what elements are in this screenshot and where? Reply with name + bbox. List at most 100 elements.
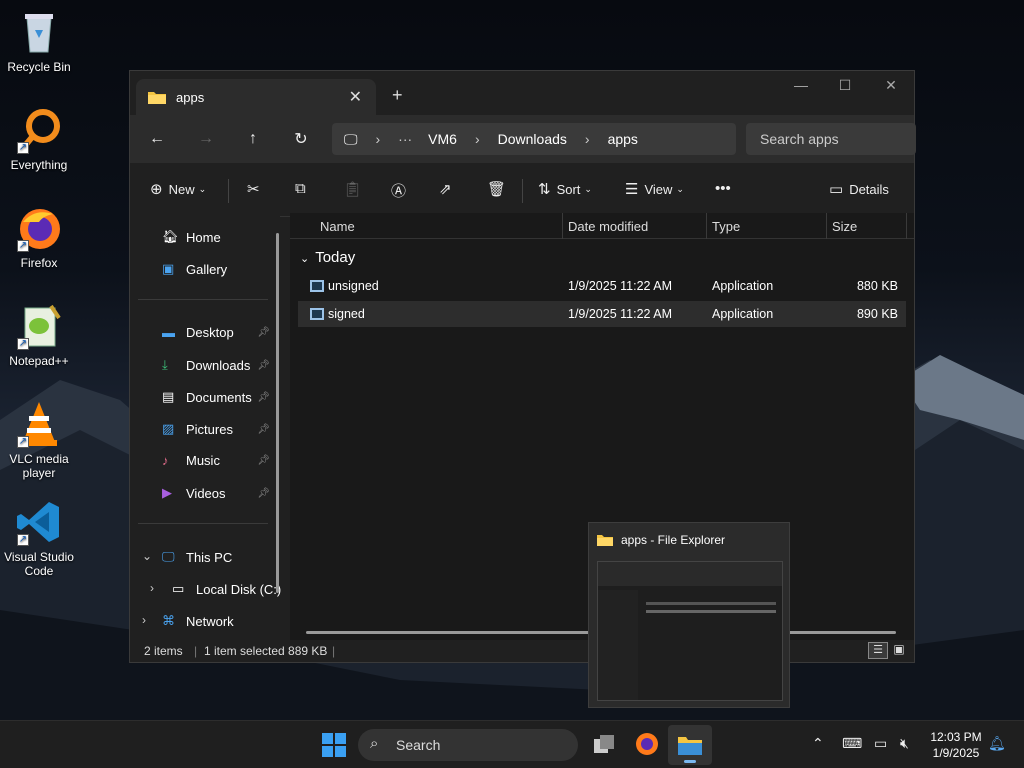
chevron-right-icon[interactable]: › bbox=[150, 581, 154, 595]
desktop-icon-firefox[interactable]: ↗ Firefox bbox=[0, 204, 78, 270]
nav-documents[interactable]: ▤ Documents 📌︎ bbox=[162, 389, 270, 405]
file-explorer-taskbar-button[interactable] bbox=[668, 725, 712, 765]
nav-desktop[interactable]: ▬ Desktop 📌︎ bbox=[162, 325, 270, 340]
nav-scrollbar[interactable] bbox=[276, 233, 279, 593]
back-button[interactable]: ← bbox=[145, 127, 169, 151]
drive-icon: ▭ bbox=[172, 581, 185, 596]
file-row[interactable]: signed 1/9/2025 11:22 AM Application 890… bbox=[298, 301, 906, 327]
nav-downloads[interactable]: ⤓ Downloads 📌︎ bbox=[162, 357, 270, 373]
group-header-today[interactable]: ⌄ Today bbox=[300, 249, 355, 266]
close-tab-icon[interactable]: ✕ bbox=[349, 87, 362, 107]
file-row[interactable]: unsigned 1/9/2025 11:22 AM Application 8… bbox=[298, 273, 906, 299]
firefox-taskbar-icon[interactable] bbox=[634, 731, 660, 757]
desktop-icon-recycle-bin[interactable]: Recycle Bin bbox=[0, 8, 78, 74]
search-box[interactable]: Search apps bbox=[746, 123, 916, 155]
clock[interactable]: 12:03 PM 1/9/2025 bbox=[924, 729, 988, 761]
pin-icon[interactable]: 📌︎ bbox=[257, 455, 270, 466]
nav-network[interactable]: ⌘ Network bbox=[162, 613, 270, 629]
taskbar-search[interactable]: ⌕ Search bbox=[358, 729, 578, 761]
item-count: 2 items bbox=[144, 644, 183, 658]
new-button[interactable]: ⊕ New ⌄ bbox=[150, 180, 206, 198]
pin-icon[interactable]: 📌︎ bbox=[257, 488, 270, 499]
pin-icon[interactable]: 📌︎ bbox=[257, 424, 270, 435]
copy-icon: ⧉ bbox=[295, 180, 306, 197]
network-status-icon[interactable]: ▭ bbox=[874, 735, 887, 752]
shortcut-arrow-icon: ↗ bbox=[17, 240, 29, 252]
paste-button[interactable]: 📋︎ bbox=[343, 180, 368, 198]
chevron-right-icon[interactable]: › bbox=[142, 613, 146, 627]
details-pane-icon: ▭ bbox=[829, 181, 844, 198]
desktop-icon-vscode[interactable]: ↗ Visual Studio Code bbox=[0, 498, 78, 578]
refresh-button[interactable]: ↻ bbox=[289, 127, 313, 151]
breadcrumb-downloads[interactable]: Downloads bbox=[498, 131, 567, 147]
column-date-modified[interactable]: Date modified bbox=[568, 219, 648, 234]
up-button[interactable]: ↑ bbox=[241, 127, 265, 151]
more-locations-icon[interactable]: ··· bbox=[398, 131, 412, 147]
desktop-icon-label: Visual Studio Code bbox=[4, 550, 74, 578]
keyboard-icon[interactable]: ⌨ bbox=[842, 735, 862, 752]
breadcrumb-apps[interactable]: apps bbox=[608, 131, 638, 147]
delete-button[interactable]: 🗑︎ bbox=[487, 180, 512, 198]
desktop-icon-label: Firefox bbox=[20, 256, 58, 270]
forward-button[interactable]: → bbox=[194, 127, 218, 151]
windows-start-icon[interactable] bbox=[322, 733, 346, 757]
rename-button[interactable]: Ⓐ bbox=[391, 180, 412, 201]
desktop-icon-label: Notepad++ bbox=[9, 354, 69, 368]
sort-icon: ⇅ bbox=[538, 181, 551, 198]
maximize-button[interactable]: ☐ bbox=[822, 77, 868, 94]
chevron-up-icon[interactable]: ⌃ bbox=[812, 735, 824, 752]
desktop-icon-notepadpp[interactable]: ↗ Notepad++ bbox=[0, 302, 78, 368]
cut-button[interactable]: ✂ bbox=[247, 180, 266, 198]
nav-videos[interactable]: ▶ Videos 📌︎ bbox=[162, 485, 270, 501]
share-button[interactable]: ⇗ bbox=[439, 180, 458, 198]
download-icon: ⤓ bbox=[162, 357, 168, 372]
shortcut-arrow-icon: ↗ bbox=[17, 436, 29, 448]
folder-icon bbox=[678, 737, 702, 755]
copy-button[interactable]: ⧉ bbox=[295, 180, 312, 197]
gallery-icon: ▣ bbox=[162, 261, 175, 276]
close-window-button[interactable]: ✕ bbox=[868, 77, 914, 94]
tab-apps[interactable]: apps ✕ bbox=[136, 79, 376, 115]
desktop-icon: ▬ bbox=[162, 325, 175, 340]
nav-local-disk[interactable]: ▭ Local Disk (C:) bbox=[172, 581, 282, 597]
pin-icon[interactable]: 📌︎ bbox=[257, 360, 270, 371]
tab-label: apps bbox=[176, 89, 205, 105]
firefox-icon: ↗ bbox=[15, 204, 63, 252]
see-more-button[interactable]: ••• bbox=[715, 180, 737, 197]
column-size[interactable]: Size bbox=[832, 219, 857, 234]
details-button[interactable]: ▭ Details bbox=[829, 180, 889, 198]
desktop-icon-everything[interactable]: ↗ Everything bbox=[0, 106, 78, 172]
chevron-down-icon: ⌄ bbox=[676, 183, 684, 194]
large-icons-view-button[interactable]: ▣ bbox=[890, 642, 908, 659]
taskbar-thumbnail-preview[interactable]: apps - File Explorer bbox=[588, 522, 790, 708]
folder-icon bbox=[148, 92, 166, 104]
nav-home[interactable]: 🏠︎ Home bbox=[162, 229, 270, 245]
column-type[interactable]: Type bbox=[712, 219, 740, 234]
chevron-down-icon: ⌄ bbox=[584, 183, 592, 194]
volume-muted-icon[interactable]: 🔇︎ bbox=[900, 735, 909, 752]
minimize-button[interactable]: — bbox=[778, 77, 824, 93]
notepad-plus-plus-icon: ↗ bbox=[15, 302, 63, 350]
new-tab-button[interactable]: + bbox=[392, 85, 403, 106]
details-view-button[interactable]: ☰ bbox=[868, 642, 888, 659]
vscode-icon: ↗ bbox=[15, 498, 63, 546]
desktop-icon-label: Everything bbox=[10, 158, 68, 172]
address-bar[interactable]: 🖵 › ··· VM6 › Downloads › apps bbox=[332, 123, 736, 155]
nav-this-pc[interactable]: 🖵 This PC bbox=[162, 549, 270, 565]
chevron-down-icon[interactable]: ⌄ bbox=[142, 549, 152, 563]
desktop-icon-vlc[interactable]: ↗ VLC media player bbox=[0, 400, 78, 480]
thumbnail-window-image bbox=[597, 561, 783, 701]
pictures-icon: ▨ bbox=[162, 421, 175, 436]
notification-bell-icon[interactable]: 🔔︎ bbox=[988, 735, 1006, 752]
view-button[interactable]: ☰ View ⌄ bbox=[625, 180, 684, 198]
pin-icon[interactable]: 📌︎ bbox=[257, 327, 270, 338]
nav-music[interactable]: ♪ Music 📌︎ bbox=[162, 453, 270, 468]
nav-pictures[interactable]: ▨ Pictures 📌︎ bbox=[162, 421, 270, 437]
task-view-icon[interactable] bbox=[592, 733, 616, 757]
pin-icon[interactable]: 📌︎ bbox=[257, 392, 270, 403]
nav-gallery[interactable]: ▣ Gallery bbox=[162, 261, 270, 277]
column-name[interactable]: Name bbox=[320, 219, 355, 234]
computer-icon: 🖵 bbox=[162, 549, 175, 564]
sort-button[interactable]: ⇅ Sort ⌄ bbox=[538, 180, 592, 198]
breadcrumb-vm6[interactable]: VM6 bbox=[428, 131, 457, 147]
